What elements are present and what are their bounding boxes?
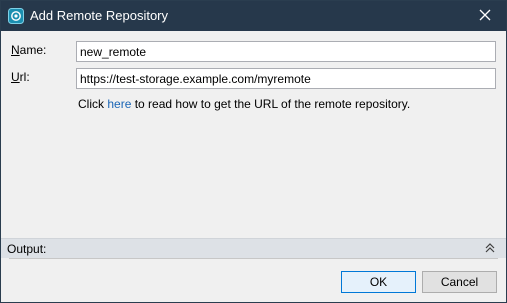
url-field[interactable]: [76, 68, 496, 89]
dialog-content: Name: Url: Click here to read how to get…: [1, 31, 506, 238]
close-button[interactable]: [464, 1, 506, 31]
repository-icon: [8, 8, 24, 24]
dialog-title: Add Remote Repository: [30, 8, 169, 23]
cancel-button[interactable]: Cancel: [422, 271, 497, 293]
help-link[interactable]: here: [107, 97, 131, 111]
help-hint: Click here to read how to get the URL of…: [78, 97, 410, 111]
name-label: Name:: [11, 43, 47, 57]
add-remote-repository-dialog: Add Remote Repository Name: Url: Click h…: [0, 0, 507, 303]
url-label: Url:: [11, 70, 30, 84]
hint-suffix: to read how to get the URL of the remote…: [131, 97, 411, 111]
hint-prefix: Click: [78, 97, 108, 111]
name-field[interactable]: [76, 41, 496, 62]
ok-button[interactable]: OK: [341, 271, 416, 293]
divider: [9, 258, 498, 259]
output-label: Output:: [7, 242, 47, 256]
title-bar: Add Remote Repository: [1, 1, 506, 31]
output-panel-header[interactable]: Output:: [1, 238, 506, 258]
close-icon: [479, 9, 491, 24]
double-chevron-up-icon[interactable]: [483, 241, 497, 255]
